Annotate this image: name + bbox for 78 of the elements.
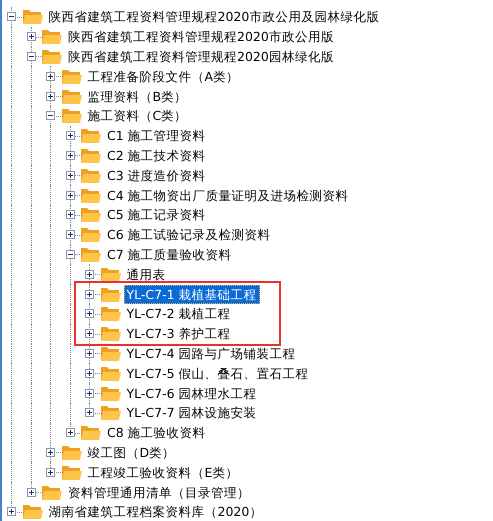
collapse-icon[interactable]: [46, 111, 55, 120]
tree-item[interactable]: YL-C7-1 栽植基础工程: [124, 284, 260, 304]
expand-icon[interactable]: [46, 448, 55, 457]
expand-icon[interactable]: [26, 32, 36, 42]
expand-icon[interactable]: [26, 488, 36, 497]
tree-item[interactable]: C6 施工试验记录及检测资料: [104, 225, 274, 244]
folder-icon: [100, 384, 122, 402]
expand-icon[interactable]: [85, 368, 94, 378]
tree-item[interactable]: 陕西省建筑工程资料管理规程2020园林绿化版: [65, 46, 337, 66]
tree-item[interactable]: C2 施工技术资料: [104, 146, 209, 165]
tree-item[interactable]: C7 施工质量验收资料: [104, 244, 235, 264]
tree-item[interactable]: YL-C7-6 园林理水工程: [124, 384, 260, 403]
tree-item[interactable]: C5 施工记录资料: [104, 205, 209, 224]
folder-icon: [60, 68, 82, 85]
tree-item[interactable]: 陕西省建筑工程资料管理规程2020市政公用及园林绿化版: [46, 7, 382, 26]
expand-icon[interactable]: [85, 408, 94, 418]
collapse-icon[interactable]: [26, 52, 36, 61]
folder-icon: [100, 266, 122, 283]
folder-icon: [41, 48, 63, 65]
expand-icon[interactable]: [85, 270, 94, 279]
folder-icon: [60, 88, 82, 105]
tree-item[interactable]: 资料管理通用清单（目录管理）: [65, 482, 253, 502]
tree-item[interactable]: YL-C7-5 假山、叠石、置石工程: [124, 364, 312, 383]
folder-icon: [80, 166, 102, 184]
expand-icon[interactable]: [66, 210, 74, 220]
folder-icon: [80, 424, 102, 442]
expand-icon[interactable]: [66, 190, 74, 200]
folder-icon: [100, 305, 122, 322]
expand-icon[interactable]: [46, 92, 55, 101]
expand-icon[interactable]: [66, 150, 74, 160]
collapse-icon[interactable]: [7, 12, 16, 22]
collapse-icon[interactable]: [66, 250, 74, 259]
tree-item[interactable]: C1 施工管理资料: [104, 126, 209, 146]
expand-icon[interactable]: [66, 170, 74, 180]
expand-icon[interactable]: [66, 428, 74, 438]
folder-icon: [100, 286, 122, 303]
tree-item[interactable]: 工程准备阶段文件（A类）: [84, 66, 242, 86]
expand-icon[interactable]: [85, 290, 94, 299]
folder-icon: [80, 127, 102, 144]
tree-item[interactable]: 监理资料（B类）: [84, 86, 190, 106]
folder-icon: [80, 146, 102, 164]
folder-icon: [60, 107, 82, 124]
tree-item[interactable]: YL-C7-7 园林设施安装: [124, 403, 260, 422]
expand-icon[interactable]: [46, 468, 55, 477]
tree-item[interactable]: 陕西省建筑工程资料管理规程2020市政公用版: [65, 27, 337, 46]
tree-item[interactable]: 竣工图（D类）: [84, 442, 178, 462]
folder-icon: [22, 503, 44, 520]
folder-icon: [80, 246, 102, 263]
expand-icon[interactable]: [85, 388, 94, 398]
tree-item[interactable]: YL-C7-3 养护工程: [124, 324, 234, 344]
folder-icon: [60, 464, 82, 481]
expand-icon[interactable]: [85, 309, 94, 318]
tree-item[interactable]: C3 进度造价资料: [104, 166, 209, 185]
expand-icon[interactable]: [7, 507, 16, 516]
folder-icon: [80, 206, 102, 224]
tree-item[interactable]: 通用表: [124, 264, 168, 284]
folder-icon: [80, 226, 102, 244]
expand-icon[interactable]: [85, 348, 94, 358]
folder-icon: [100, 364, 122, 382]
folder-icon: [22, 8, 44, 26]
expand-icon[interactable]: [66, 230, 74, 240]
expand-icon[interactable]: [66, 131, 74, 140]
tree-item[interactable]: 湖南省建筑工程档案资料库（2020）: [46, 502, 266, 521]
folder-icon: [100, 325, 122, 342]
tree-item[interactable]: YL-C7-2 栽植工程: [124, 304, 234, 324]
tree-item[interactable]: YL-C7-4 园路与广场铺装工程: [124, 344, 299, 363]
folder-icon: [41, 28, 63, 46]
folder-icon: [41, 484, 63, 501]
tree-item[interactable]: 工程竣工验收资料（E类）: [84, 462, 242, 482]
tree-item[interactable]: 施工资料（C类）: [84, 106, 190, 126]
expand-icon[interactable]: [46, 72, 55, 81]
folder-icon: [100, 344, 122, 362]
expand-icon[interactable]: [85, 329, 94, 338]
tree-item[interactable]: C8 施工验收资料: [104, 423, 209, 442]
tree-item[interactable]: C4 施工物资出厂质量证明及进场检测资料: [104, 186, 352, 205]
folder-icon: [60, 444, 82, 461]
folder-icon: [100, 404, 122, 422]
folder-icon: [80, 186, 102, 204]
